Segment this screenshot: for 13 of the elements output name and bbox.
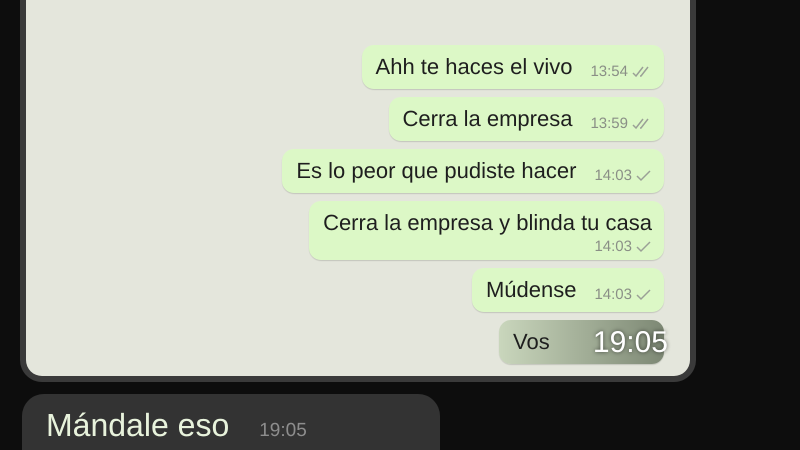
message-text: Vos [513,329,550,355]
message-text: Cerra la empresa y blinda tu casa [323,210,652,236]
message-time: 13:54 [590,63,628,80]
message-time: 13:59 [590,115,628,132]
message-text: Es lo peor que pudiste hacer [296,158,576,184]
message-text: Ahh te haces el vivo [376,54,572,80]
message-time: 19:05 [259,419,307,442]
message-time: 14:03 [594,286,632,303]
message-text: Mándale eso [46,406,230,444]
message-text: Múdense [486,277,576,303]
message-time: 14:03 [594,167,632,184]
message-text: Cerra la empresa [402,106,572,132]
message-time: 14:03 [594,238,632,255]
